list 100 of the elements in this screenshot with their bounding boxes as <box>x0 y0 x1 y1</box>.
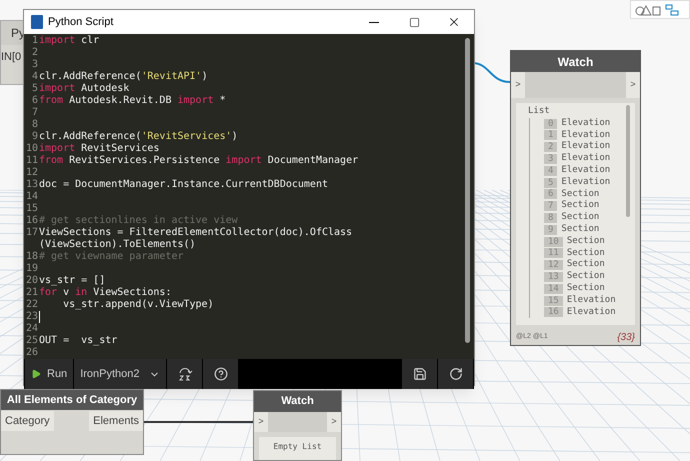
list-value: Section <box>561 200 600 212</box>
undo-icon <box>448 367 462 381</box>
migration-button[interactable] <box>167 359 202 389</box>
line-number: 1 <box>30 35 39 47</box>
line-number: 7 <box>30 107 39 119</box>
code-line: OUT = vs_str <box>39 335 118 347</box>
list-value: Elevation <box>566 306 616 318</box>
line-number: 5 <box>30 83 39 95</box>
maximize-icon <box>408 16 420 28</box>
save-button[interactable] <box>402 359 437 389</box>
save-icon <box>412 367 426 381</box>
line-number: 15 <box>24 203 39 215</box>
line-number: 3 <box>30 59 39 71</box>
list-value: Elevation <box>561 118 610 130</box>
list-value: Elevation <box>561 141 610 153</box>
code-line: import RevitServices <box>39 143 160 155</box>
line-number: 6 <box>30 95 39 107</box>
list-label: List <box>528 106 551 118</box>
play-icon <box>31 369 41 379</box>
list-value: Elevation <box>561 176 610 189</box>
line-number: 8 <box>30 119 39 131</box>
code-line: # get viewname parameter <box>39 251 184 263</box>
migrate-icon <box>176 366 193 382</box>
list-index: 1 <box>544 130 558 140</box>
line-number: 17 <box>24 227 39 239</box>
output-port[interactable]: > <box>327 412 341 432</box>
line-number: 11 <box>24 155 39 167</box>
list-value: Section <box>566 259 605 271</box>
line-number: 20 <box>24 275 39 287</box>
list-value: Elevation <box>561 153 610 165</box>
code-line: clr.AddReference('RevitAPI') <box>39 71 208 83</box>
list-value: Section <box>561 188 600 200</box>
line-number: 9 <box>30 131 39 143</box>
code-line: import Autodesk <box>39 83 130 95</box>
line-number: 16 <box>24 215 39 227</box>
line-number: 2 <box>30 47 39 59</box>
line-number: 12 <box>24 167 39 179</box>
line-number: 22 <box>24 299 39 311</box>
code-line: doc = DocumentManager.Instance.CurrentDBDocument <box>39 179 328 191</box>
line-number: 10 <box>24 143 39 155</box>
code-line: from RevitServices.Persistence import DocumentManager <box>39 155 358 167</box>
help-icon <box>214 367 228 381</box>
list-index: 15 <box>544 296 563 306</box>
list-index: 8 <box>544 213 558 224</box>
list-value: Section <box>566 248 605 259</box>
list-value: Section <box>566 271 605 283</box>
line-number: 4 <box>30 71 39 83</box>
output-port[interactable]: Elements <box>89 411 143 431</box>
list-index: 10 <box>544 236 563 247</box>
code-line: vs_str = [] <box>39 275 106 287</box>
list-index: 2 <box>544 142 558 152</box>
input-port[interactable]: > <box>511 72 525 98</box>
list-index: 3 <box>544 154 558 164</box>
graph-icon[interactable] <box>665 4 679 16</box>
list-index: 6 <box>544 189 558 200</box>
app-logo-icon <box>31 15 43 29</box>
line-number: 23 <box>24 311 39 323</box>
node-title: Watch <box>254 391 341 412</box>
output-port[interactable]: > <box>626 72 640 98</box>
list-value: Section <box>566 282 605 295</box>
list-index: 12 <box>544 260 563 270</box>
code-line: clr.AddReference('RevitServices') <box>39 131 238 143</box>
list-index: 7 <box>544 201 558 212</box>
line-number: 21 <box>24 287 39 299</box>
item-count: {33} <box>617 330 635 344</box>
input-port[interactable]: > <box>254 412 268 432</box>
code-line: for v in ViewSections: <box>39 287 172 299</box>
revert-button[interactable] <box>438 359 473 389</box>
list-value: Section <box>566 236 605 248</box>
list-index: 14 <box>544 284 563 294</box>
list-value: Section <box>561 212 600 224</box>
node-title: Watch <box>511 51 640 72</box>
input-port[interactable]: Category <box>1 411 54 431</box>
window-title: Python Script <box>48 14 114 30</box>
code-line: from Autodesk.Revit.DB import * <box>39 95 226 107</box>
code-line: ViewSections = FilteredElementCollector(doc).OfClass <box>39 227 352 239</box>
list-index: 16 <box>544 307 563 318</box>
watch-value: Empty List <box>259 437 336 460</box>
list-value: Elevation <box>566 294 616 307</box>
list-index: 11 <box>544 248 563 258</box>
list-index: 13 <box>544 272 563 282</box>
port-label: IN[0 <box>1 50 22 65</box>
list-value: Elevation <box>561 130 610 141</box>
line-number: 14 <box>24 191 39 203</box>
line-number: 25 <box>24 335 39 347</box>
help-button[interactable] <box>203 359 238 389</box>
line-number: 24 <box>24 323 39 335</box>
list-index: 9 <box>544 224 558 235</box>
list-index: 0 <box>544 118 558 129</box>
list-value: Elevation <box>561 164 610 177</box>
engine-dropdown[interactable]: IronPython2 <box>74 359 166 389</box>
list-index: 5 <box>544 178 558 188</box>
run-button[interactable]: Run <box>25 359 74 389</box>
shapes-icon[interactable] <box>635 4 661 16</box>
code-line: # get sectionlines in active view <box>39 215 238 227</box>
code-line: vs_str.append(v.ViewType) <box>62 299 214 311</box>
code-line: import clr <box>39 35 100 47</box>
line-number: 19 <box>24 263 39 275</box>
line-number: 18 <box>24 251 39 263</box>
code-line: (ViewSection).ToElements() <box>39 239 196 251</box>
